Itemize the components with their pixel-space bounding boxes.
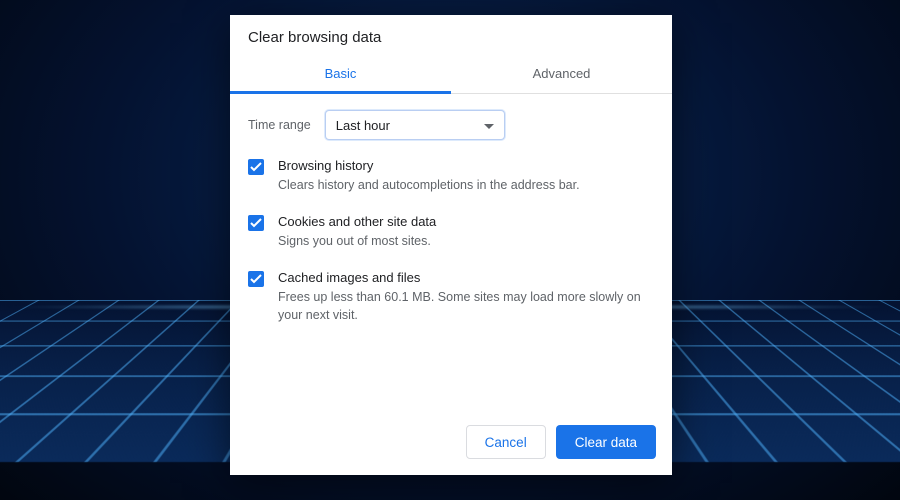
- option-title: Browsing history: [278, 158, 654, 173]
- time-range-row: Time range Last hour: [248, 110, 654, 140]
- button-label: Clear data: [575, 435, 637, 450]
- tab-label: Advanced: [533, 66, 591, 81]
- option-text: Cookies and other site data Signs you ou…: [278, 214, 654, 250]
- chevron-down-icon: [484, 118, 494, 133]
- check-icon: [250, 162, 262, 172]
- option-desc: Signs you out of most sites.: [278, 232, 654, 250]
- option-title: Cached images and files: [278, 270, 654, 285]
- dialog-footer: Cancel Clear data: [230, 413, 672, 475]
- time-range-select[interactable]: Last hour: [325, 110, 505, 140]
- button-label: Cancel: [485, 435, 527, 450]
- checkbox-cache[interactable]: [248, 271, 264, 287]
- option-desc: Frees up less than 60.1 MB. Some sites m…: [278, 288, 654, 324]
- tab-label: Basic: [325, 66, 357, 81]
- clear-browsing-data-dialog: Clear browsing data Basic Advanced Time …: [230, 15, 672, 475]
- background: Clear browsing data Basic Advanced Time …: [0, 0, 900, 500]
- check-icon: [250, 274, 262, 284]
- option-title: Cookies and other site data: [278, 214, 654, 229]
- option-browsing-history: Browsing history Clears history and auto…: [248, 158, 654, 194]
- clear-data-button[interactable]: Clear data: [556, 425, 656, 459]
- option-text: Cached images and files Frees up less th…: [278, 270, 654, 324]
- checkbox-cookies[interactable]: [248, 215, 264, 231]
- option-desc: Clears history and autocompletions in th…: [278, 176, 654, 194]
- time-range-label: Time range: [248, 118, 311, 132]
- time-range-value: Last hour: [336, 118, 390, 133]
- checkbox-browsing-history[interactable]: [248, 159, 264, 175]
- tab-bar: Basic Advanced: [230, 56, 672, 94]
- tab-advanced[interactable]: Advanced: [451, 56, 672, 93]
- tab-basic[interactable]: Basic: [230, 56, 451, 93]
- dialog-body: Time range Last hour Browsing history Cl…: [230, 94, 672, 355]
- dialog-title: Clear browsing data: [230, 15, 672, 56]
- option-cache: Cached images and files Frees up less th…: [248, 270, 654, 324]
- option-text: Browsing history Clears history and auto…: [278, 158, 654, 194]
- cancel-button[interactable]: Cancel: [466, 425, 546, 459]
- option-cookies: Cookies and other site data Signs you ou…: [248, 214, 654, 250]
- check-icon: [250, 218, 262, 228]
